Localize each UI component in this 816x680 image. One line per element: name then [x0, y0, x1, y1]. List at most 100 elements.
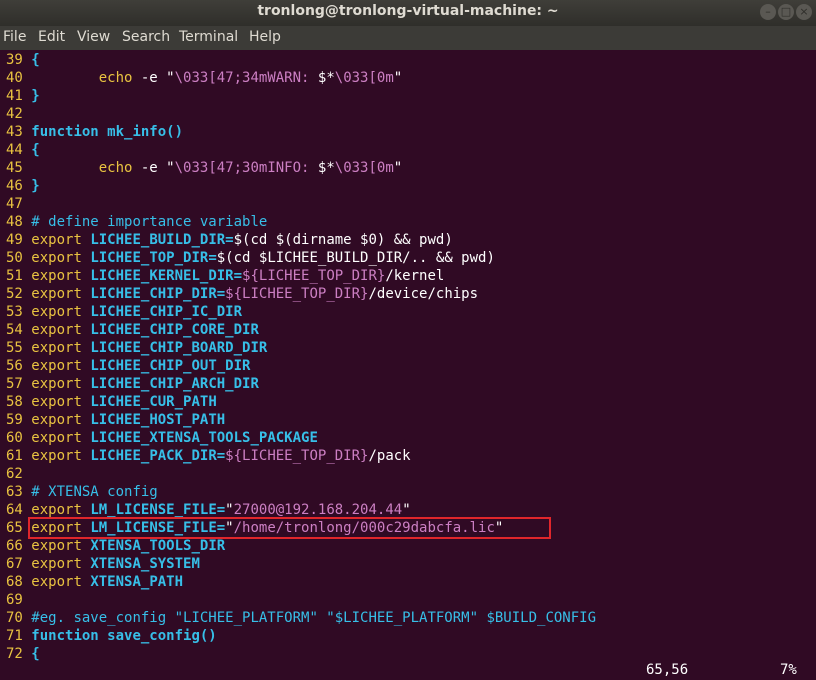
code-token: "	[225, 502, 234, 518]
code-token: {	[31, 646, 40, 662]
code-token: $*	[317, 160, 335, 176]
code-token: }	[31, 178, 40, 194]
menu-bar: File Edit View Search Terminal Help	[0, 26, 816, 50]
code-token: export	[31, 412, 91, 428]
line-number: 69	[6, 592, 23, 608]
code-line: 70 #eg. save_config "LICHEE_PLATFORM" "$…	[6, 609, 596, 627]
code-line: 72 {	[6, 645, 40, 663]
line-number: 60	[6, 430, 23, 446]
line-number: 43	[6, 124, 23, 140]
code-token: LICHEE_TOP_DIR=	[90, 250, 217, 266]
line-number: 63	[6, 484, 23, 500]
code-token: "	[166, 160, 175, 176]
code-token: echo	[98, 70, 133, 86]
code-token: \033[47;34mWARN:	[174, 70, 318, 86]
code-token: ${LICHEE_TOP_DIR}	[242, 268, 386, 284]
code-line: 42	[6, 105, 31, 123]
code-token: #eg. save_config "LICHEE_PLATFORM" "$LIC…	[31, 610, 597, 626]
menu-file[interactable]: File	[3, 29, 26, 45]
code-line: 49 export LICHEE_BUILD_DIR=$(cd $(dirnam…	[6, 231, 453, 249]
code-token: "	[166, 70, 175, 86]
code-token: export	[31, 358, 91, 374]
code-line: 43 function mk_info()	[6, 123, 183, 141]
code-line: 67 export XTENSA_SYSTEM	[6, 555, 200, 573]
line-number: 72	[6, 646, 23, 662]
code-line: 51 export LICHEE_KERNEL_DIR=${LICHEE_TOP…	[6, 267, 444, 285]
scroll-percent: 7%	[780, 662, 797, 678]
code-token: XTENSA_SYSTEM	[90, 556, 200, 572]
line-number: 64	[6, 502, 23, 518]
code-token: {	[31, 142, 40, 158]
code-token: "	[393, 70, 403, 86]
line-number: 66	[6, 538, 23, 554]
code-line: 48 # define importance variable	[6, 213, 267, 231]
code-token: export	[31, 502, 91, 518]
menu-view[interactable]: View	[77, 29, 110, 45]
line-number: 55	[6, 340, 23, 356]
code-token: function save_config()	[31, 628, 217, 644]
code-token: export	[31, 232, 91, 248]
code-token: export	[31, 376, 91, 392]
code-token: LICHEE_CHIP_ARCH_DIR	[90, 376, 259, 392]
menu-terminal[interactable]: Terminal	[179, 29, 238, 45]
code-token: export	[31, 448, 91, 464]
code-token: export	[31, 538, 91, 554]
code-token: LICHEE_CHIP_BOARD_DIR	[90, 340, 268, 356]
line-number: 65	[6, 520, 23, 536]
menu-help[interactable]: Help	[249, 29, 281, 45]
code-token: export	[31, 556, 91, 572]
code-token: # define importance variable	[31, 214, 268, 230]
code-line: 45 echo -e "\033[47;30mINFO: $*\033[0m"	[6, 159, 402, 177]
code-token: LICHEE_CHIP_IC_DIR	[90, 304, 243, 320]
minimize-icon[interactable]: –	[760, 4, 776, 20]
code-token: # XTENSA config	[31, 484, 158, 500]
code-line: 71 function save_config()	[6, 627, 217, 645]
highlight-box	[28, 517, 551, 539]
code-line: 53 export LICHEE_CHIP_IC_DIR	[6, 303, 242, 321]
code-token: $(cd $LICHEE_BUILD_DIR/.. && pwd)	[216, 250, 495, 266]
maximize-icon[interactable]: □	[778, 4, 794, 20]
code-token: export	[31, 322, 91, 338]
code-token: XTENSA_PATH	[90, 574, 184, 590]
code-token: export	[31, 430, 91, 446]
code-token: \033[47;30mINFO:	[174, 160, 318, 176]
menu-search[interactable]: Search	[122, 29, 170, 45]
line-number: 48	[6, 214, 23, 230]
code-token: export	[31, 286, 91, 302]
line-number: 49	[6, 232, 23, 248]
code-token: ${LICHEE_TOP_DIR}	[225, 448, 369, 464]
code-token: ${LICHEE_TOP_DIR}	[225, 286, 369, 302]
title-bar: tronlong@tronlong-virtual-machine: ~ – □…	[0, 0, 816, 26]
close-icon[interactable]: ×	[796, 4, 812, 20]
code-token: "	[402, 502, 411, 518]
code-token: LICHEE_XTENSA_TOOLS_PACKAGE	[90, 430, 318, 446]
code-line: 59 export LICHEE_HOST_PATH	[6, 411, 225, 429]
code-line: 58 export LICHEE_CUR_PATH	[6, 393, 217, 411]
code-token: /pack	[368, 448, 411, 464]
line-number: 45	[6, 160, 23, 176]
line-number: 44	[6, 142, 23, 158]
code-token: -e	[132, 70, 167, 86]
code-line: 41 }	[6, 87, 40, 105]
code-line: 63 # XTENSA config	[6, 483, 158, 501]
code-token: $*	[317, 70, 335, 86]
code-line: 56 export LICHEE_CHIP_OUT_DIR	[6, 357, 250, 375]
code-line: 61 export LICHEE_PACK_DIR=${LICHEE_TOP_D…	[6, 447, 411, 465]
code-line: 66 export XTENSA_TOOLS_DIR	[6, 537, 225, 555]
line-number: 71	[6, 628, 23, 644]
code-token: }	[31, 88, 40, 104]
code-token: LICHEE_CUR_PATH	[90, 394, 217, 410]
code-token: "	[393, 160, 403, 176]
code-line: 68 export XTENSA_PATH	[6, 573, 183, 591]
code-token: LM_LICENSE_FILE=	[90, 502, 226, 518]
code-token: /kernel	[385, 268, 445, 284]
cursor-position: 65,56	[646, 662, 689, 678]
code-line: 46 }	[6, 177, 40, 195]
line-number: 56	[6, 358, 23, 374]
menu-edit[interactable]: Edit	[38, 29, 65, 45]
code-token: XTENSA_TOOLS_DIR	[90, 538, 226, 554]
line-number: 68	[6, 574, 23, 590]
line-number: 61	[6, 448, 23, 464]
